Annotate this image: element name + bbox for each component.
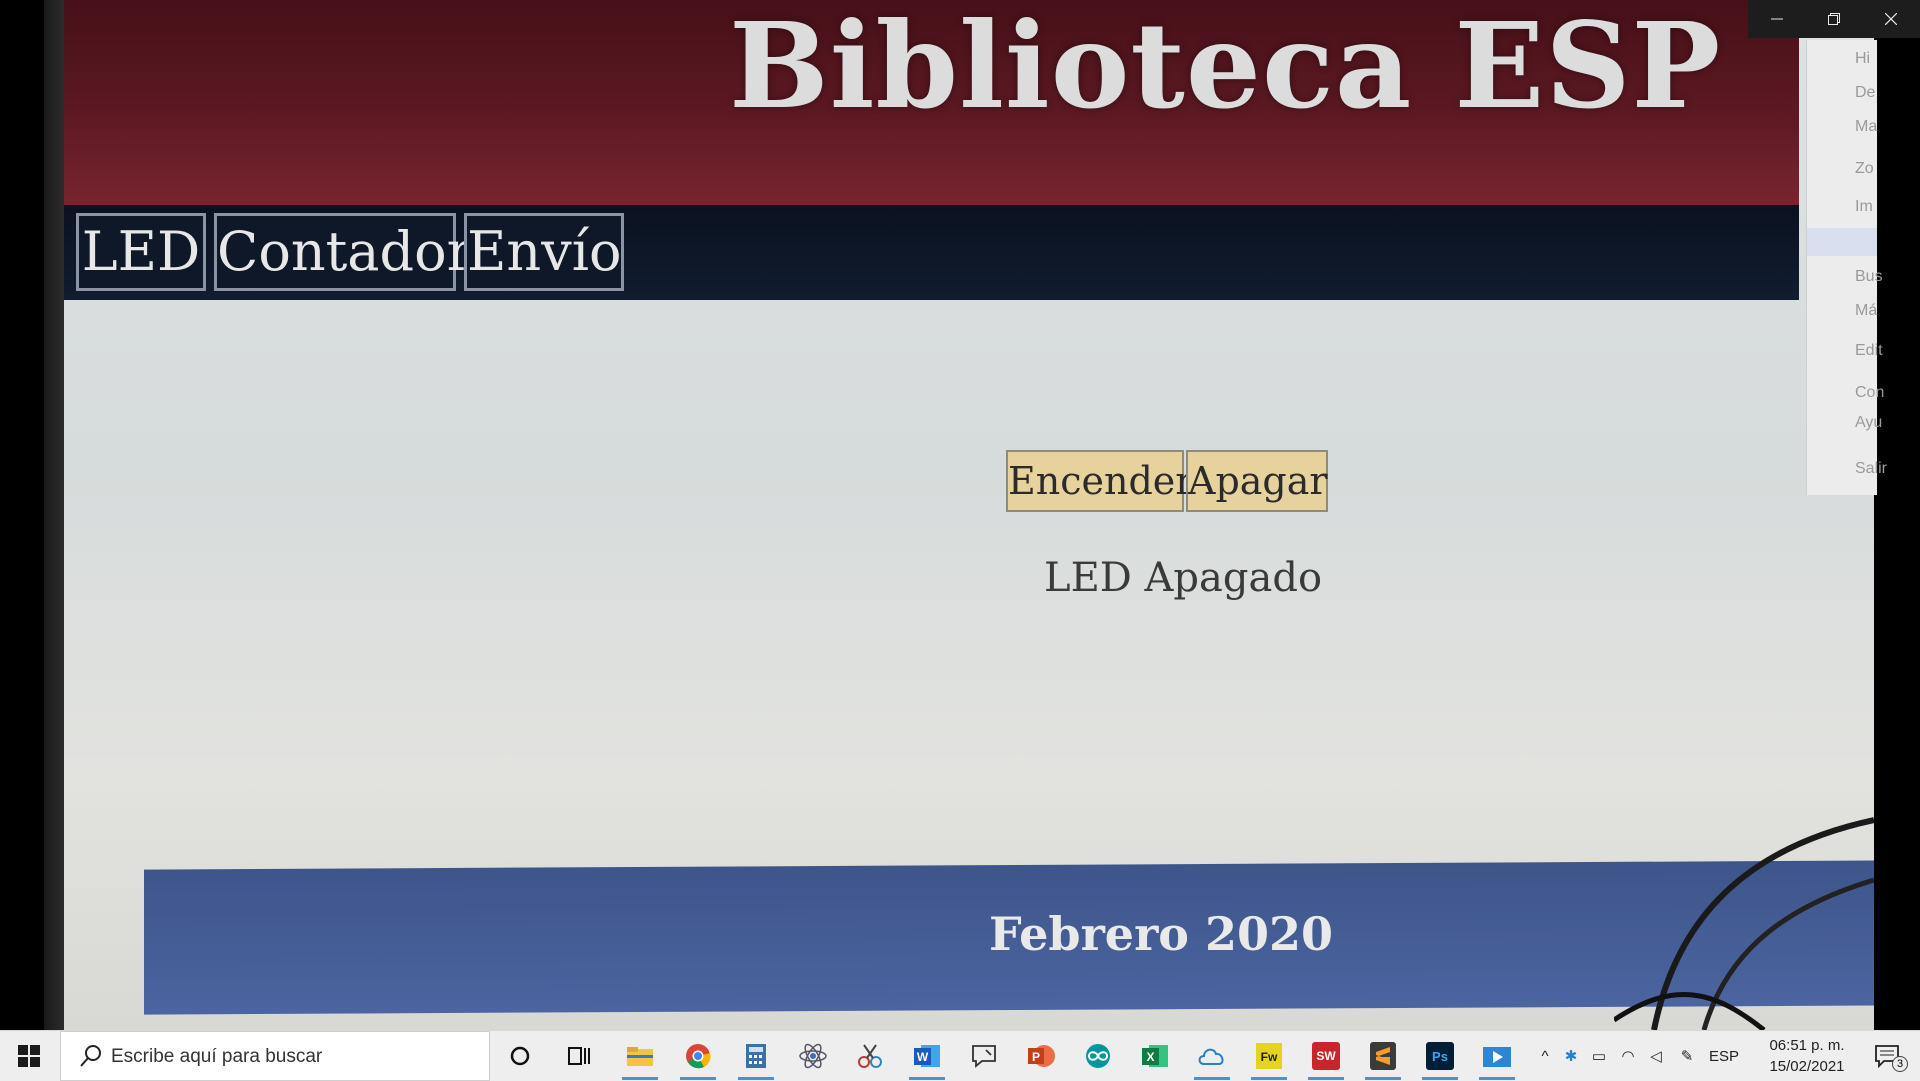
svg-text:Fw: Fw xyxy=(1261,1050,1278,1064)
cloud-icon[interactable] xyxy=(1189,1036,1235,1080)
bluetooth-icon[interactable]: ✱ xyxy=(1558,1047,1584,1065)
fireworks-logo-icon: Fw xyxy=(1256,1043,1282,1069)
language-indicator[interactable]: ESP xyxy=(1704,1048,1744,1065)
search-icon xyxy=(80,1045,101,1067)
chrome-icon[interactable] xyxy=(675,1036,721,1080)
word-icon[interactable]: W xyxy=(904,1036,950,1080)
minimize-icon xyxy=(1770,18,1783,20)
footer-text: Febrero 2020 xyxy=(989,907,1334,961)
arduino-logo-icon xyxy=(1086,1044,1110,1068)
close-icon xyxy=(1884,13,1897,25)
monitor-bezel xyxy=(44,0,64,1030)
svg-text:X: X xyxy=(1146,1050,1154,1064)
nav-item-envio[interactable]: Envío xyxy=(464,213,624,291)
restore-icon xyxy=(1827,13,1840,25)
menu-item[interactable]: Edit xyxy=(1855,342,1883,360)
menu-item[interactable]: Má xyxy=(1855,302,1877,320)
menu-item[interactable]: Con xyxy=(1855,384,1884,402)
site-header: Biblioteca ESP xyxy=(64,0,1799,210)
atom-icon[interactable] xyxy=(790,1036,836,1076)
cortana-icon[interactable] xyxy=(497,1036,543,1076)
atom-glyph-icon xyxy=(799,1043,827,1069)
menu-item[interactable]: De xyxy=(1855,84,1875,102)
cortana-circle-icon xyxy=(510,1046,530,1066)
solidworks-logo-icon: SW xyxy=(1312,1042,1340,1070)
start-button[interactable] xyxy=(0,1031,58,1081)
restore-button[interactable] xyxy=(1805,0,1862,38)
photoshop-icon[interactable]: Ps xyxy=(1417,1036,1463,1080)
powerpoint-logo-icon: P xyxy=(1028,1045,1055,1067)
solidworks-icon[interactable]: SW xyxy=(1303,1036,1349,1080)
calc-glyph-icon xyxy=(746,1044,766,1068)
notification-count: 3 xyxy=(1892,1056,1908,1072)
webpage: Biblioteca ESP LED Contador Envío Encend… xyxy=(64,0,1874,1030)
word-logo-icon: W xyxy=(914,1045,940,1067)
task-view-glyph-icon xyxy=(568,1047,590,1065)
excel-logo-icon: X xyxy=(1142,1045,1168,1067)
clock[interactable]: 06:51 p. m. 15/02/2021 xyxy=(1762,1035,1852,1077)
menu-item[interactable]: Hi xyxy=(1855,50,1870,68)
calculator-icon[interactable] xyxy=(733,1036,779,1080)
sublime-logo-icon xyxy=(1370,1042,1396,1070)
sublime-icon[interactable] xyxy=(1360,1036,1406,1080)
apagar-button[interactable]: Apagar xyxy=(1186,450,1328,512)
notifications-button[interactable]: 3 xyxy=(1862,1036,1912,1076)
search-placeholder: Escribe aquí para buscar xyxy=(111,1046,323,1067)
menu-highlight xyxy=(1807,228,1877,256)
file-explorer-icon[interactable] xyxy=(617,1036,663,1080)
site-title: Biblioteca ESP xyxy=(729,0,1722,135)
nav-item-led[interactable]: LED xyxy=(76,213,206,291)
powerpoint-icon[interactable]: P xyxy=(1018,1036,1064,1076)
arduino-icon[interactable] xyxy=(1075,1036,1121,1076)
fireworks-icon[interactable]: Fw xyxy=(1246,1036,1292,1080)
menu-item[interactable]: Bus xyxy=(1855,268,1883,286)
led-status-text: LED Apagado xyxy=(1044,555,1323,601)
media-player-icon[interactable] xyxy=(1474,1036,1520,1080)
folder-icon xyxy=(627,1047,653,1066)
close-button[interactable] xyxy=(1862,0,1919,38)
clock-time: 06:51 p. m. xyxy=(1769,1037,1845,1054)
video-frame: Biblioteca ESP LED Contador Envío Encend… xyxy=(44,0,1874,1030)
snip-icon[interactable] xyxy=(847,1036,893,1076)
window-controls xyxy=(1748,0,1920,38)
photoshop-logo-icon: Ps xyxy=(1426,1042,1454,1070)
chevron-up-icon[interactable]: ^ xyxy=(1532,1048,1558,1065)
play-icon xyxy=(1483,1047,1511,1067)
volume-icon[interactable]: ◁ xyxy=(1642,1047,1670,1065)
wifi-icon[interactable]: ◠ xyxy=(1614,1047,1642,1065)
windows-icon xyxy=(18,1045,40,1067)
site-navbar: LED Contador Envío xyxy=(64,205,1799,300)
menu-item[interactable]: Ayu xyxy=(1855,414,1882,432)
minimize-button[interactable] xyxy=(1748,0,1805,38)
battery-icon[interactable]: ▭ xyxy=(1584,1047,1614,1065)
svg-text:W: W xyxy=(917,1050,929,1064)
feedback-icon[interactable] xyxy=(961,1036,1007,1076)
task-view-icon[interactable] xyxy=(557,1036,603,1076)
svg-text:SW: SW xyxy=(1316,1049,1336,1063)
menu-item[interactable]: Zo xyxy=(1855,160,1874,178)
context-menu-peek: Hi De Ma Zo Im Bus Má Edit Con Ayu Salir xyxy=(1806,40,1887,495)
chrome-logo-icon xyxy=(686,1044,711,1069)
scissors-icon xyxy=(858,1044,882,1068)
menu-item[interactable]: Ma xyxy=(1855,118,1877,136)
clock-date: 15/02/2021 xyxy=(1769,1058,1845,1075)
nav-item-contador[interactable]: Contador xyxy=(214,213,472,291)
menu-item[interactable]: Im xyxy=(1855,198,1873,216)
taskbar: Escribe aquí para buscar W P X Fw SW Ps … xyxy=(0,1030,1920,1081)
cable-image xyxy=(1614,817,1874,1030)
menu-item[interactable]: Salir xyxy=(1855,460,1887,478)
chat-bubble-icon xyxy=(972,1045,996,1068)
svg-text:P: P xyxy=(1032,1050,1040,1064)
excel-icon[interactable]: X xyxy=(1132,1036,1178,1076)
pen-icon[interactable]: ✎ xyxy=(1670,1047,1704,1065)
system-tray: ^ ✱ ▭ ◠ ◁ ✎ ESP xyxy=(1532,1031,1744,1081)
encender-button[interactable]: Encender xyxy=(1006,450,1193,512)
taskbar-search-input[interactable]: Escribe aquí para buscar xyxy=(60,1031,490,1081)
cloud-glyph-icon xyxy=(1198,1048,1224,1065)
svg-text:Ps: Ps xyxy=(1432,1049,1448,1064)
